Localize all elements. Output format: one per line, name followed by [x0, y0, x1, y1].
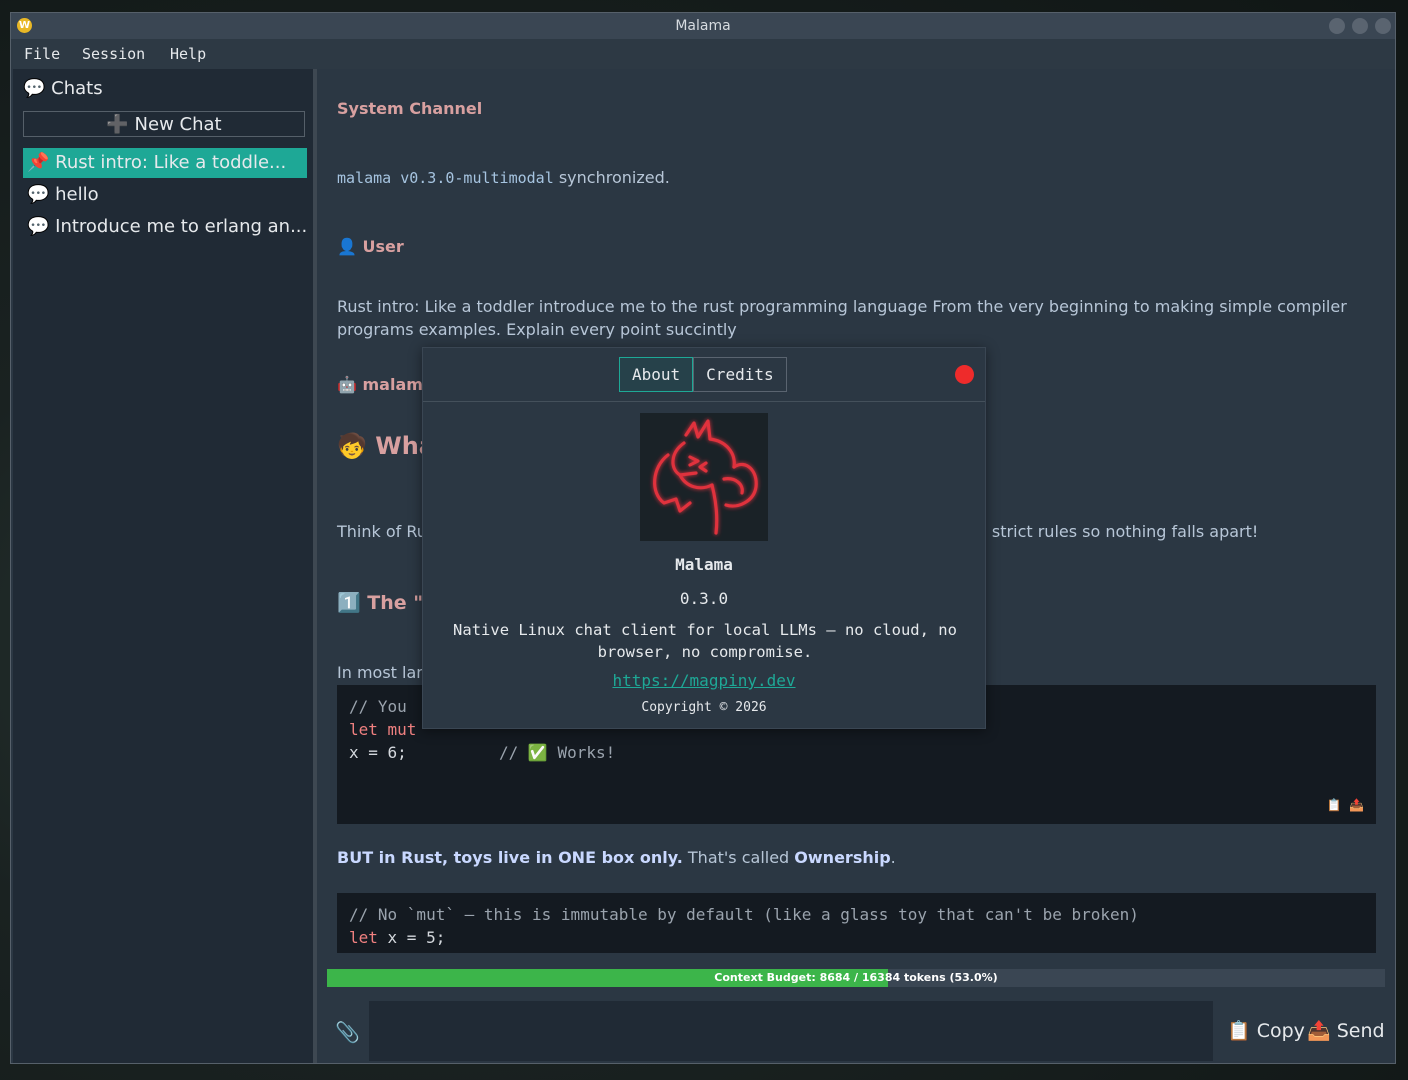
menu-help[interactable]: Help	[170, 45, 206, 63]
about-dialog: About Credits Malama 0.3.0 Native Linux …	[422, 347, 986, 729]
code-comment: // ✅ Works!	[499, 743, 616, 762]
sync-message: malama v0.3.0-multimodal synchronized.	[337, 168, 670, 187]
message-input[interactable]	[369, 1001, 1213, 1061]
keyword: let	[349, 928, 378, 947]
menubar: File Session Help	[11, 39, 1395, 69]
app-description: Native Linux chat client for local LLMs …	[453, 621, 957, 661]
chats-heading: 💬 Chats	[23, 78, 103, 99]
version-code: malama v0.3.0-multimodal	[337, 169, 554, 187]
chat-item-erlang[interactable]: 💬 Introduce me to erlang an...	[23, 212, 307, 242]
section-paragraph: In most lan	[337, 663, 427, 682]
menu-session[interactable]: Session	[82, 45, 145, 63]
app-name: Malama	[675, 555, 733, 574]
response-paragraph-right: e strict rules so nothing falls apart!	[977, 522, 1259, 541]
user-header: 👤 User	[337, 237, 404, 256]
menu-file[interactable]: File	[24, 45, 60, 63]
sync-text: synchronized.	[553, 168, 670, 187]
period: .	[890, 848, 896, 867]
tab-about[interactable]: About	[619, 357, 694, 392]
context-budget-bar: Context Budget: 8684 / 16384 tokens (53.…	[327, 969, 1385, 987]
send-button[interactable]: 📤 Send	[1307, 1019, 1385, 1042]
website-link[interactable]: https://magpiny.dev	[423, 671, 985, 690]
code-actions-icon[interactable]: 📋 📤	[1327, 798, 1364, 812]
bold-text: BUT in Rust, toys live in ONE box only.	[337, 848, 683, 867]
code-rest: x = 5;	[377, 928, 446, 947]
code-line: let mut	[349, 720, 417, 739]
system-channel-title: System Channel	[337, 99, 483, 118]
bold-term: Ownership	[794, 848, 891, 867]
code-line: // You	[349, 697, 407, 716]
window-close-button[interactable]	[1375, 18, 1391, 34]
code-line: let x = 5;	[349, 928, 445, 947]
dialog-tabs: About Credits	[619, 357, 787, 392]
titlebar: W Malama	[11, 13, 1395, 39]
tab-credits[interactable]: Credits	[693, 357, 787, 392]
code-block: // No `mut` — this is immutable by defau…	[337, 893, 1376, 953]
code-line: x = 6;	[349, 743, 407, 762]
dialog-close-button[interactable]	[955, 365, 974, 384]
app-version: 0.3.0	[679, 589, 729, 608]
response-heading: 🧒 Wha	[337, 432, 435, 460]
minimize-button[interactable]	[1329, 18, 1345, 34]
new-chat-button[interactable]: ➕ New Chat	[23, 111, 305, 137]
app-logo-icon: W	[17, 18, 32, 33]
chat-item-hello[interactable]: 💬 hello	[23, 180, 307, 210]
copy-button[interactable]: 📋 Copy	[1227, 1019, 1305, 1042]
bot-header: 🤖 malama	[337, 375, 434, 394]
plain-text: That's called	[682, 848, 795, 867]
attach-icon[interactable]: 📎	[335, 1020, 360, 1044]
window-title: Malama	[675, 18, 731, 34]
llama-logo-icon	[640, 413, 768, 541]
user-message: Rust intro: Like a toddler introduce me …	[337, 297, 1347, 339]
sidebar: 💬 Chats ➕ New Chat 📌 Rust intro: Like a …	[13, 69, 317, 1063]
response-paragraph-left: Think of Ru	[337, 522, 427, 541]
copyright-text: Copyright © 2026	[641, 700, 767, 715]
divider	[423, 401, 985, 402]
chat-item-rust-intro[interactable]: 📌 Rust intro: Like a toddle...	[23, 148, 307, 178]
maximize-button[interactable]	[1352, 18, 1368, 34]
ownership-paragraph: BUT in Rust, toys live in ONE box only. …	[337, 848, 896, 867]
code-line: // No `mut` — this is immutable by defau…	[349, 905, 1139, 924]
budget-text: Context Budget: 8684 / 16384 tokens (53.…	[714, 971, 998, 984]
